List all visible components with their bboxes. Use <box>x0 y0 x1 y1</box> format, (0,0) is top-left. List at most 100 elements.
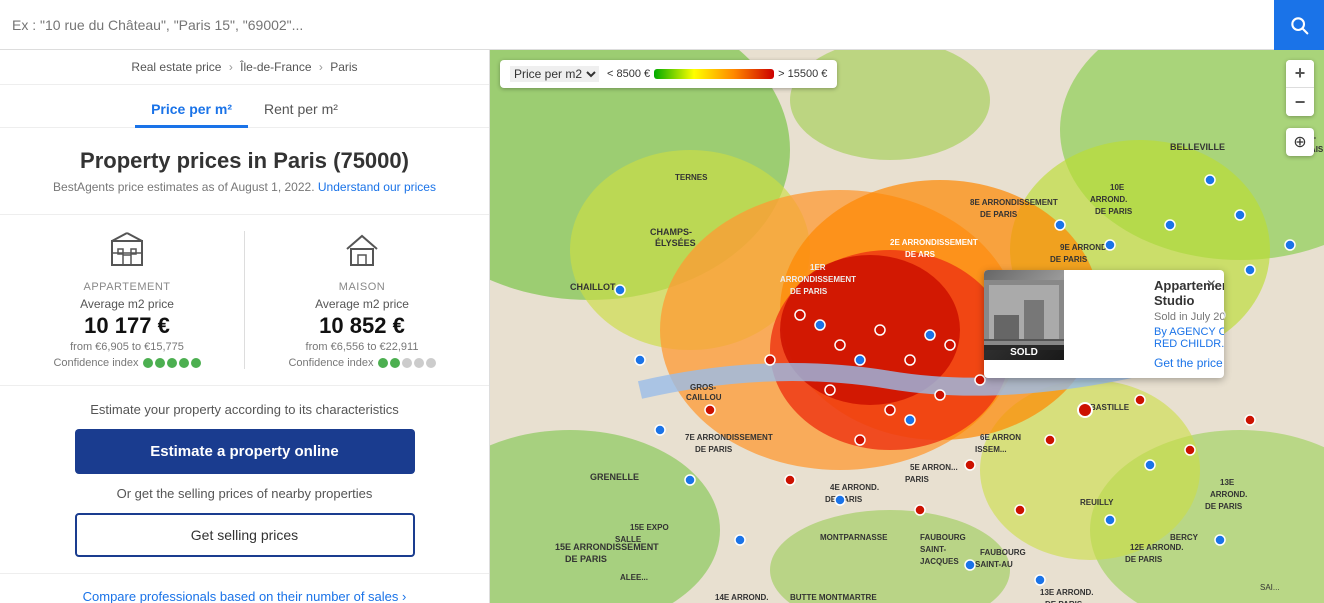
map-panel[interactable]: CHAMPS- ÉLYSÉES CHAILLOT GRENELLE 15E AR… <box>490 50 1324 603</box>
search-bar <box>0 0 1324 50</box>
svg-text:SALLE: SALLE <box>615 535 642 544</box>
popup-img-svg <box>984 280 1064 350</box>
tab-bar: Price per m² Rent per m² <box>0 85 489 128</box>
dot-2 <box>155 358 165 368</box>
svg-text:SAINT-AU: SAINT-AU <box>975 560 1013 569</box>
understand-prices-link[interactable]: Understand our prices <box>318 180 436 194</box>
svg-text:TERNES: TERNES <box>675 173 708 182</box>
svg-text:JACQUES: JACQUES <box>920 557 959 566</box>
maison-confidence: Confidence index <box>288 357 435 369</box>
svg-text:ARRONDISSEMENT: ARRONDISSEMENT <box>780 275 856 284</box>
svg-text:BELLEVILLE: BELLEVILLE <box>1170 142 1225 152</box>
property-subtitle: BestAgents price estimates as of August … <box>30 180 459 194</box>
popup-price-link[interactable]: Get the price → <box>1154 356 1224 370</box>
svg-text:ARROND.: ARROND. <box>1210 490 1247 499</box>
svg-text:13E ARROND.: 13E ARROND. <box>1040 588 1094 597</box>
svg-text:CHAMPS-: CHAMPS- <box>650 227 692 237</box>
svg-text:6E ARRON: 6E ARRON <box>980 433 1021 442</box>
appartement-type-label: APPARTEMENT <box>84 281 171 293</box>
zoom-out-button[interactable]: − <box>1286 88 1314 116</box>
svg-text:SAINT-: SAINT- <box>920 545 947 554</box>
svg-text:14E ARROND.: 14E ARROND. <box>715 593 769 602</box>
appartement-avg-label: Average m2 price <box>80 297 174 311</box>
map-zoom-controls: + − <box>1286 60 1314 116</box>
m-dot-4 <box>414 358 424 368</box>
svg-text:GRENELLE: GRENELLE <box>590 472 639 482</box>
svg-text:2E ARRONDISSEMENT: 2E ARRONDISSEMENT <box>890 238 978 247</box>
svg-text:REUILLY: REUILLY <box>1080 498 1114 507</box>
search-input[interactable] <box>0 0 1274 49</box>
m-dot-1 <box>378 358 388 368</box>
svg-text:4E ARROND.: 4E ARROND. <box>830 483 879 492</box>
svg-text:ALEE...: ALEE... <box>620 573 648 582</box>
compare-link-section: Compare professionals based on their num… <box>0 573 489 603</box>
breadcrumb-item-2[interactable]: Paris <box>330 60 357 74</box>
tab-price-per-m2[interactable]: Price per m² <box>135 93 248 128</box>
svg-text:DE ARS: DE ARS <box>905 250 936 259</box>
dot-1 <box>143 358 153 368</box>
svg-text:DE PARIS: DE PARIS <box>1125 555 1163 564</box>
map-popup: × SOLD App <box>984 270 1224 378</box>
map-compass-button[interactable]: ⊕ <box>1286 128 1314 156</box>
maison-price-range: from €6,556 to €22,911 <box>306 341 419 353</box>
dot-3 <box>167 358 177 368</box>
appartement-confidence-dots <box>143 358 201 368</box>
svg-text:9E ARROND.: 9E ARROND. <box>1060 243 1109 252</box>
selling-prices-button[interactable]: Get selling prices <box>75 513 415 557</box>
svg-text:5E ARRON...: 5E ARRON... <box>910 463 958 472</box>
appartement-icon <box>108 231 146 277</box>
zoom-in-button[interactable]: + <box>1286 60 1314 88</box>
svg-text:BASTILLE: BASTILLE <box>1090 403 1130 412</box>
maison-icon <box>343 231 381 277</box>
svg-text:ÉLYSÉES: ÉLYSÉES <box>655 238 696 248</box>
appartement-price-range: from €6,905 to €15,775 <box>70 341 184 353</box>
maison-price-value: 10 852 € <box>319 313 405 339</box>
appartement-confidence: Confidence index <box>53 357 200 369</box>
popup-close-button[interactable]: × <box>1207 276 1216 294</box>
search-button[interactable] <box>1274 0 1324 50</box>
breadcrumb-item-0[interactable]: Real estate price <box>131 60 221 74</box>
svg-text:DE PARIS: DE PARIS <box>1050 255 1088 264</box>
svg-text:PARIS: PARIS <box>905 475 930 484</box>
breadcrumb: Real estate price › Île-de-France › Pari… <box>0 50 489 85</box>
popup-sold-badge: SOLD <box>984 345 1064 360</box>
main-layout: Real estate price › Île-de-France › Pari… <box>0 50 1324 603</box>
price-divider <box>244 231 245 369</box>
svg-text:10E: 10E <box>1110 183 1125 192</box>
maison-avg-label: Average m2 price <box>315 297 409 311</box>
svg-text:ARROND.: ARROND. <box>1090 195 1127 204</box>
dot-4 <box>179 358 189 368</box>
popup-image: SOLD <box>984 270 1064 360</box>
price-legend: < 8500 € > 15500 € <box>607 68 827 80</box>
m-dot-2 <box>390 358 400 368</box>
or-text: Or get the selling prices of nearby prop… <box>30 486 459 501</box>
legend-bar <box>654 69 774 79</box>
svg-text:DE PARIS: DE PARIS <box>1095 207 1133 216</box>
svg-text:DE PARIS: DE PARIS <box>695 445 733 454</box>
svg-text:15E EXPO: 15E EXPO <box>630 523 669 532</box>
price-card-appartement: APPARTEMENT Average m2 price 10 177 € fr… <box>20 231 234 369</box>
svg-text:12E ARROND.: 12E ARROND. <box>1130 543 1184 552</box>
svg-text:CHAILLOT: CHAILLOT <box>570 282 616 292</box>
map-top-bar: Price per m2 Rent per m2 < 8500 € > 1550… <box>500 60 837 88</box>
breadcrumb-item-1[interactable]: Île-de-France <box>240 60 311 74</box>
breadcrumb-sep-0: › <box>229 60 236 74</box>
svg-text:SAI...: SAI... <box>1260 583 1280 592</box>
svg-text:7E ARRONDISSEMENT: 7E ARRONDISSEMENT <box>685 433 773 442</box>
map-filter-select[interactable]: Price per m2 Rent per m2 <box>510 66 599 82</box>
estimate-section: Estimate your property according to its … <box>0 385 489 573</box>
legend-min: < 8500 € <box>607 68 650 80</box>
left-panel: Real estate price › Île-de-France › Pari… <box>0 50 490 603</box>
svg-text:CAILLOU: CAILLOU <box>686 393 722 402</box>
estimate-button[interactable]: Estimate a property online <box>75 429 415 474</box>
popup-agency[interactable]: By AGENCY OF RED CHILDR... <box>1154 326 1224 350</box>
svg-text:BUTTE MONTMARTRE: BUTTE MONTMARTRE <box>790 593 877 602</box>
svg-text:BERCY: BERCY <box>1170 533 1199 542</box>
m-dot-3 <box>402 358 412 368</box>
compare-link[interactable]: Compare professionals based on their num… <box>83 589 407 603</box>
svg-text:MONTPARNASSE: MONTPARNASSE <box>820 533 888 542</box>
appartement-price-value: 10 177 € <box>84 313 170 339</box>
property-section: Property prices in Paris (75000) BestAge… <box>0 128 489 214</box>
tab-rent-per-m2[interactable]: Rent per m² <box>248 93 354 128</box>
estimate-text: Estimate your property according to its … <box>30 402 459 417</box>
